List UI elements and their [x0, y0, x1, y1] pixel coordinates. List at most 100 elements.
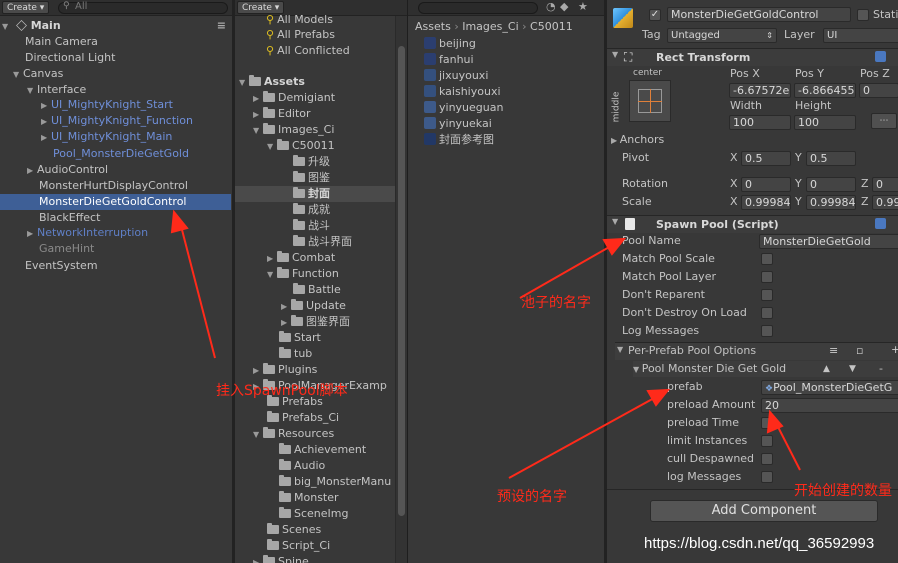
folder-shengji[interactable]: 升级	[293, 154, 330, 170]
expand-arrow-icon[interactable]: ▶	[41, 98, 51, 114]
rot-z-field[interactable]: 0	[872, 177, 898, 192]
expand-arrow-icon[interactable]: ▼	[2, 19, 12, 35]
favorite-all-conflicted[interactable]: ⚲ All Conflicted	[266, 43, 350, 59]
breadcrumb-images-ci[interactable]: Images_Ci	[462, 20, 518, 33]
breadcrumb-c50011[interactable]: C50011	[530, 20, 573, 33]
expand-arrow-icon[interactable]: ▼	[267, 267, 277, 283]
anchor-preset-button[interactable]	[629, 80, 671, 122]
favorite-star-icon[interactable]: ★	[578, 0, 588, 13]
hierarchy-item-ui-main[interactable]: ▶ UI_MightyKnight_Main	[41, 129, 172, 145]
foldout-arrow-icon[interactable]: ▼	[633, 365, 642, 374]
folder-spine[interactable]: ▶ Spine	[253, 554, 309, 563]
folder-editor[interactable]: ▶ Editor	[253, 106, 311, 122]
log-messages-checkbox[interactable]	[761, 325, 773, 337]
expand-arrow-icon[interactable]: ▶	[253, 555, 263, 563]
list-collapse-icon[interactable]: ▫	[856, 344, 863, 357]
match-pool-layer-checkbox[interactable]	[761, 271, 773, 283]
expand-arrow-icon[interactable]: ▼	[253, 123, 263, 139]
hierarchy-item-audio-control[interactable]: ▶ AudioControl	[27, 162, 108, 178]
pos-z-field[interactable]: 0	[859, 83, 898, 98]
folder-audio[interactable]: Audio	[279, 458, 325, 474]
pool-item-foldout[interactable]: ▼ Pool Monster Die Get Gold ▲ ▼ -	[633, 361, 898, 377]
help-icon[interactable]	[875, 218, 886, 229]
folder-sceneimg[interactable]: SceneImg	[279, 506, 348, 522]
folder-images-ci[interactable]: ▼ Images_Ci	[253, 122, 334, 138]
hierarchy-item-monster-hurt[interactable]: MonsterHurtDisplayControl	[39, 178, 188, 194]
hierarchy-item-ui-start[interactable]: ▶ UI_MightyKnight_Start	[41, 97, 173, 113]
expand-arrow-icon[interactable]: ▶	[27, 226, 37, 242]
scene-root[interactable]: ▼ Main ≡	[2, 18, 230, 34]
file-item[interactable]: kaishiyouxi	[424, 84, 501, 100]
expand-arrow-icon[interactable]: ▶	[281, 315, 291, 331]
folder-script-ci[interactable]: Script_Ci	[267, 538, 330, 554]
foldout-arrow-icon[interactable]: ▼	[612, 50, 618, 59]
assets-root[interactable]: ▼ Assets	[239, 74, 305, 90]
expand-arrow-icon[interactable]: ▶	[253, 107, 263, 123]
hierarchy-item-monster-die-selected[interactable]: MonsterDieGetGoldControl	[0, 194, 231, 210]
active-checkbox[interactable]: ✓	[649, 9, 661, 21]
folder-prefabs-ci[interactable]: Prefabs_Ci	[267, 410, 339, 426]
item-log-messages-checkbox[interactable]	[761, 471, 773, 483]
scrollbar-thumb[interactable]	[398, 46, 405, 516]
dont-destroy-checkbox[interactable]	[761, 307, 773, 319]
scene-menu-icon[interactable]: ≡	[217, 18, 226, 34]
foldout-arrow-icon[interactable]: ▶	[611, 136, 620, 145]
hierarchy-item-black-effect[interactable]: BlackEffect	[39, 210, 100, 226]
filter-type-icon[interactable]: ◔	[546, 0, 556, 13]
expand-arrow-icon[interactable]: ▼	[253, 427, 263, 443]
hierarchy-item-directional-light[interactable]: Directional Light	[25, 50, 115, 66]
hierarchy-item-event-system[interactable]: EventSystem	[25, 258, 98, 274]
expand-arrow-icon[interactable]: ▶	[41, 130, 51, 146]
scale-z-field[interactable]: 0.99	[872, 195, 898, 210]
pos-x-field[interactable]: -6.67572e	[729, 83, 791, 98]
pivot-x-field[interactable]: 0.5	[741, 151, 791, 166]
layer-dropdown[interactable]: UI	[823, 28, 898, 43]
folder-achievement[interactable]: Achievement	[279, 442, 366, 458]
folder-tujian[interactable]: 图鉴	[293, 170, 330, 186]
per-prefab-header[interactable]: ▼ Per-Prefab Pool Options ≡ ▫ +	[615, 342, 898, 360]
folder-zhandou[interactable]: 战斗	[293, 218, 330, 234]
list-menu-icon[interactable]: ≡	[829, 344, 838, 357]
hierarchy-create-button[interactable]: Create ▾	[2, 1, 50, 14]
help-icon[interactable]	[875, 51, 886, 62]
dont-reparent-checkbox[interactable]	[761, 289, 773, 301]
object-name-field[interactable]: MonsterDieGetGoldControl	[667, 7, 851, 22]
expand-arrow-icon[interactable]: ▶	[281, 299, 291, 315]
project-tree-scrollbar[interactable]	[395, 16, 407, 563]
favorite-all-prefabs[interactable]: ⚲ All Prefabs	[266, 27, 335, 43]
width-field[interactable]: 100	[729, 115, 791, 130]
hierarchy-item-interface[interactable]: ▼ Interface	[27, 82, 86, 98]
pos-y-field[interactable]: -6.866455	[794, 83, 856, 98]
folder-chengjiu[interactable]: 成就	[293, 202, 330, 218]
expand-arrow-icon[interactable]: ▼	[27, 83, 37, 99]
project-search-input[interactable]	[418, 2, 538, 14]
hierarchy-item-canvas[interactable]: ▼ Canvas	[13, 66, 63, 82]
expand-arrow-icon[interactable]: ▶	[41, 114, 51, 130]
folder-monster[interactable]: Monster	[279, 490, 339, 506]
folder-fengmian-selected[interactable]: 封面	[235, 186, 395, 202]
limit-instances-checkbox[interactable]	[761, 435, 773, 447]
static-checkbox[interactable]	[857, 9, 869, 21]
folder-big-monster[interactable]: big_MonsterManu	[279, 474, 391, 490]
anchors-foldout[interactable]: ▶ Anchors	[611, 132, 664, 148]
folder-update[interactable]: ▶ Update	[281, 298, 346, 314]
folder-demigiant[interactable]: ▶ Demigiant	[253, 90, 335, 106]
folder-zhandoujiemian[interactable]: 战斗界面	[293, 234, 352, 250]
cull-despawned-checkbox[interactable]	[761, 453, 773, 465]
expand-arrow-icon[interactable]: ▶	[27, 163, 37, 179]
file-item[interactable]: 封面参考图	[424, 132, 494, 148]
list-add-icon[interactable]: +	[891, 343, 898, 356]
preload-amount-field[interactable]: 20	[761, 398, 898, 413]
preload-time-checkbox[interactable]	[761, 417, 773, 429]
expand-arrow-icon[interactable]: ▶	[253, 363, 263, 379]
rot-x-field[interactable]: 0	[741, 177, 791, 192]
file-item[interactable]: yinyueguan	[424, 100, 503, 116]
blueprint-mode-button[interactable]: ⋯	[871, 113, 897, 129]
folder-plugins[interactable]: ▶ Plugins	[253, 362, 317, 378]
folder-scenes[interactable]: Scenes	[267, 522, 321, 538]
hierarchy-item-ui-function[interactable]: ▶ UI_MightyKnight_Function	[41, 113, 193, 129]
remove-item-icon[interactable]: -	[879, 361, 883, 377]
match-pool-scale-checkbox[interactable]	[761, 253, 773, 265]
rect-transform-header[interactable]: ▼ ⛶ Rect Transform	[607, 48, 898, 66]
breadcrumb-assets[interactable]: Assets	[415, 20, 451, 33]
